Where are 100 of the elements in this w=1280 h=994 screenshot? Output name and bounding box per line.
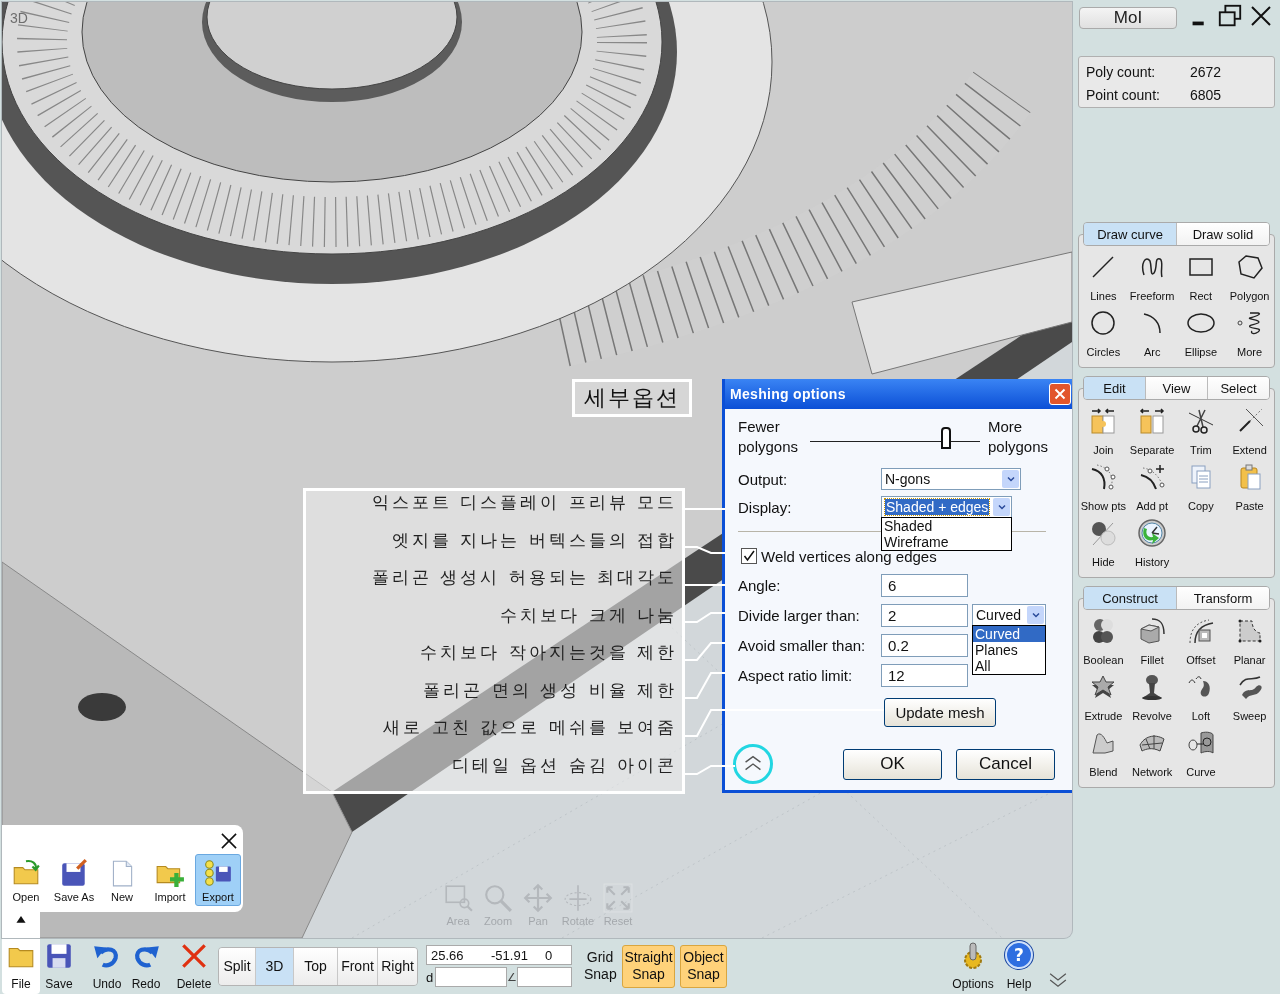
dropdown-option[interactable]: Wireframe: [882, 534, 1011, 550]
checkbox[interactable]: [741, 548, 757, 564]
app-title-button[interactable]: MoI: [1079, 7, 1177, 29]
restore-icon[interactable]: [1217, 3, 1243, 29]
close-icon[interactable]: [218, 830, 240, 852]
number-field[interactable]: 12: [881, 663, 968, 687]
help-button[interactable]: ? Help: [1001, 938, 1037, 994]
tool-button[interactable]: Extrude: [1079, 669, 1128, 725]
tool-button[interactable]: History: [1127, 515, 1177, 571]
area-select-icon: [443, 883, 473, 913]
field-label: Avoid smaller than:: [738, 636, 867, 654]
field-label: Aspect ratio limit:: [738, 666, 854, 684]
palette-tab[interactable]: View: [1146, 377, 1208, 399]
options-button[interactable]: Options: [951, 938, 995, 994]
tool-button[interactable]: Lines: [1079, 249, 1128, 305]
clock-icon: [1138, 519, 1167, 547]
tool-button[interactable]: Separate: [1127, 403, 1177, 459]
four-arrows-icon: [523, 883, 553, 913]
viewport-layout-tab[interactable]: 3D: [256, 947, 294, 985]
tool-button[interactable]: Sweep: [1225, 669, 1274, 725]
toolbar-button[interactable]: Redo: [127, 938, 165, 994]
toolbar-button[interactable]: Delete: [175, 938, 213, 994]
expand-arrows-icon: [603, 883, 633, 913]
tool-button[interactable]: Copy: [1176, 459, 1226, 515]
file-menu-item[interactable]: Import: [147, 854, 193, 906]
file-menu-item[interactable]: Open: [3, 854, 49, 906]
toolbar-button[interactable]: Undo: [88, 938, 126, 994]
dialog-title: Meshing options: [730, 386, 847, 402]
ok-button[interactable]: OK: [843, 748, 942, 780]
angle-label: ∠: [507, 970, 517, 984]
save-as-floppy-icon: [59, 858, 89, 888]
file-menu-item[interactable]: Export: [195, 854, 241, 906]
stat-label: Poly count:: [1086, 63, 1157, 80]
export-icon: [203, 858, 233, 888]
angle-field[interactable]: [517, 967, 572, 987]
close-button[interactable]: [1049, 383, 1071, 405]
distance-field[interactable]: [435, 967, 507, 987]
curved-surface-icon: [1186, 729, 1215, 757]
palette-tab[interactable]: Construct: [1084, 587, 1177, 609]
orbit-icon: [563, 883, 593, 913]
slider-thumb[interactable]: [941, 427, 951, 449]
palette-tab[interactable]: Draw curve: [1084, 223, 1177, 245]
tool-button[interactable]: Join: [1079, 403, 1128, 459]
file-button[interactable]: File: [2, 938, 40, 994]
field-label: Output:: [738, 470, 789, 488]
viewport-layout-tab[interactable]: Right: [378, 947, 417, 985]
tool-button[interactable]: Circles: [1079, 305, 1128, 361]
cancel-button[interactable]: Cancel: [956, 748, 1055, 780]
snap-button[interactable]: Grid Snap: [582, 944, 618, 988]
tool-button[interactable]: Offset: [1176, 613, 1226, 669]
tool-button[interactable]: Trim: [1176, 403, 1226, 459]
tool-button[interactable]: Planar: [1225, 613, 1274, 669]
tool-button[interactable]: Curve: [1176, 725, 1226, 781]
callout-note: 폴리곤 면의 생성 비율 제한: [423, 678, 677, 702]
file-menu-item[interactable]: New: [99, 854, 145, 906]
output-select[interactable]: N-gons: [881, 468, 1021, 490]
tool-button[interactable]: Arc: [1127, 305, 1177, 361]
tool-button[interactable]: Boolean: [1079, 613, 1128, 669]
palette-tab[interactable]: Draw solid: [1177, 223, 1269, 245]
tool-button[interactable]: Blend: [1079, 725, 1128, 781]
palette-tab[interactable]: Transform: [1177, 587, 1269, 609]
tool-button[interactable]: Hide: [1079, 515, 1128, 571]
file-menu-item[interactable]: Save As: [51, 854, 97, 906]
number-field[interactable]: 0.2: [881, 633, 968, 657]
tool-button[interactable]: Freeform: [1127, 249, 1177, 305]
toolbar-button[interactable]: Save: [40, 938, 78, 994]
tool-button[interactable]: Fillet: [1127, 613, 1177, 669]
tool-button[interactable]: Ellipse: [1176, 305, 1226, 361]
snap-button[interactable]: Straight Snap: [622, 944, 675, 988]
palette-tab[interactable]: Select: [1208, 377, 1269, 399]
check-mark-icon: [742, 549, 756, 563]
tool-button[interactable]: Polygon: [1225, 249, 1274, 305]
cube-fillet-icon: [1138, 617, 1167, 645]
tool-button[interactable]: More: [1225, 305, 1274, 361]
dropdown-option[interactable]: Planes: [973, 642, 1045, 658]
tool-button[interactable]: Add pt: [1127, 459, 1177, 515]
viewport-layout-tab[interactable]: Split: [219, 947, 256, 985]
distance-label: d: [426, 969, 435, 985]
dropdown-option[interactable]: Shaded: [882, 518, 1011, 534]
update-mesh-button[interactable]: Update mesh: [884, 698, 996, 727]
tool-button[interactable]: Loft: [1176, 669, 1226, 725]
number-field[interactable]: 2: [881, 603, 968, 627]
cube-offset-icon: [1186, 617, 1215, 645]
palette-tab[interactable]: Edit: [1084, 377, 1146, 399]
tool-button[interactable]: Network: [1127, 725, 1177, 781]
magnifier-icon: [483, 883, 513, 913]
tool-button[interactable]: Show pts: [1079, 459, 1128, 515]
tool-button[interactable]: Rect: [1176, 249, 1226, 305]
snap-button[interactable]: Object Snap: [680, 944, 727, 988]
dropdown-option[interactable]: Curved: [973, 626, 1045, 642]
viewport-layout-tab[interactable]: Top: [294, 947, 338, 985]
dropdown-option[interactable]: All: [973, 658, 1045, 674]
callout-note: 디테일 옵션 숨김 아이콘: [451, 753, 677, 777]
tool-button[interactable]: Paste: [1225, 459, 1274, 515]
scissors-icon: [1186, 407, 1215, 435]
viewport-layout-tab[interactable]: Front: [338, 947, 378, 985]
number-field[interactable]: 6: [881, 573, 968, 597]
tool-button[interactable]: Extend: [1225, 403, 1274, 459]
field-label: Display:: [738, 498, 793, 516]
tool-button[interactable]: Revolve: [1127, 669, 1177, 725]
